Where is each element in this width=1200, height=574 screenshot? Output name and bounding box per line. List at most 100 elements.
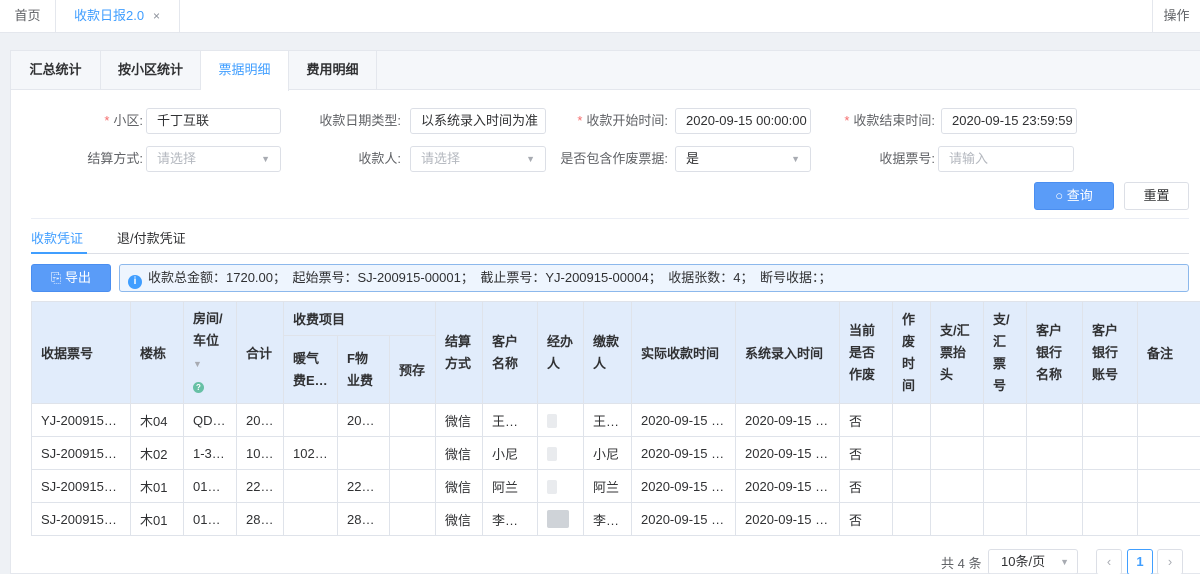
cell-building: 木01 bbox=[130, 469, 184, 503]
cell-bank-name bbox=[1026, 436, 1083, 470]
subtab-receipt-voucher[interactable]: 收款凭证 bbox=[31, 228, 83, 254]
prev-page-button[interactable]: ‹ bbox=[1096, 549, 1122, 574]
th-receipt[interactable]: 收据票号 bbox=[31, 301, 131, 404]
close-icon[interactable]: × bbox=[153, 0, 160, 32]
th-bank-name[interactable]: 客户银行名称 bbox=[1026, 301, 1083, 404]
cell-room: 01… bbox=[183, 502, 237, 536]
start-time-input[interactable]: 2020-09-15 00:00:00 bbox=[675, 108, 811, 134]
include-void-label: 是否包含作废票据: bbox=[560, 151, 668, 166]
help-icon[interactable]: ? bbox=[193, 382, 204, 393]
th-settle[interactable]: 结算方式 bbox=[435, 301, 483, 404]
pagination-total: 共 4 条 bbox=[941, 556, 982, 571]
th-customer[interactable]: 客户名称 bbox=[482, 301, 538, 404]
cell-sys-time: 2020-09-15 … bbox=[735, 403, 840, 437]
cell-is-void: 否 bbox=[839, 469, 893, 503]
cell-handler bbox=[537, 502, 584, 536]
cell-handler bbox=[537, 469, 584, 503]
cell-remark bbox=[1137, 469, 1200, 503]
th-total[interactable]: 合计 bbox=[236, 301, 284, 404]
table-row[interactable]: SJ-200915-… 木01 01… 28… 280.00 微信 李… 李… … bbox=[31, 502, 1200, 536]
cell-remark bbox=[1137, 502, 1200, 536]
th-actual-time[interactable]: 实际收款时间 bbox=[631, 301, 736, 404]
table-row[interactable]: SJ-200915-… 木02 1-3… 10… 1020.00 微信 小尼 小… bbox=[31, 436, 1200, 470]
export-button[interactable]: ⎘ 导出 bbox=[31, 264, 111, 292]
page-1-button[interactable]: 1 bbox=[1127, 549, 1153, 574]
cell-sys-time: 2020-09-15 … bbox=[735, 436, 840, 470]
th-handler[interactable]: 经办人 bbox=[537, 301, 584, 404]
tab-receipt-detail[interactable]: 票据明细 bbox=[201, 51, 289, 91]
settle-select[interactable]: 请选择 ▼ bbox=[146, 146, 281, 172]
cell-bank-acct bbox=[1082, 403, 1138, 437]
cell-handler bbox=[537, 436, 584, 470]
cell-void-time bbox=[892, 469, 931, 503]
cell-remit-head bbox=[930, 502, 984, 536]
cell-total: 20… bbox=[236, 403, 284, 437]
cell-remit-head bbox=[930, 469, 984, 503]
tab-by-community[interactable]: 按小区统计 bbox=[101, 51, 201, 90]
tab-home[interactable]: 首页 bbox=[0, 0, 56, 33]
th-sys-time[interactable]: 系统录入时间 bbox=[735, 301, 840, 404]
sort-icon[interactable]: ▼ bbox=[193, 359, 202, 369]
date-type-select[interactable]: 以系统录入时间为准 bbox=[410, 108, 546, 134]
cell-payer: 李… bbox=[583, 502, 632, 536]
cell-is-void: 否 bbox=[839, 502, 893, 536]
cell-building: 木01 bbox=[130, 502, 184, 536]
cell-bank-acct bbox=[1082, 502, 1138, 536]
chevron-down-icon: ▼ bbox=[1060, 557, 1069, 567]
th-remit-no[interactable]: 支/汇票号 bbox=[983, 301, 1027, 404]
cell-settle: 微信 bbox=[435, 403, 483, 437]
th-bank-acct[interactable]: 客户银行账号 bbox=[1082, 301, 1138, 404]
payee-label: 收款人: bbox=[358, 151, 401, 166]
chevron-down-icon: ▼ bbox=[526, 154, 535, 164]
th-remark[interactable]: 备注 bbox=[1137, 301, 1200, 404]
search-icon: ○ bbox=[1055, 188, 1064, 203]
table-row[interactable]: YJ-200915-… 木04 QD… 20… 200.00 微信 王… 王… … bbox=[31, 403, 1200, 437]
end-time-input[interactable]: 2020-09-15 23:59:59 bbox=[941, 108, 1077, 134]
operations-button[interactable]: 操作 bbox=[1152, 0, 1200, 33]
cell-customer: 李… bbox=[482, 502, 538, 536]
cell-receipt: SJ-200915-… bbox=[31, 436, 131, 470]
th-heating[interactable]: 暖气费E… bbox=[283, 335, 338, 404]
include-void-select[interactable]: 是 ▼ bbox=[675, 146, 811, 172]
tab-summary[interactable]: 汇总统计 bbox=[11, 51, 101, 90]
cell-prepaid bbox=[389, 436, 436, 470]
receipt-no-label: 收据票号: bbox=[879, 151, 935, 166]
cell-bank-acct bbox=[1082, 436, 1138, 470]
page-size-select[interactable]: 10条/页 ▼ bbox=[988, 549, 1078, 574]
th-remit-head[interactable]: 支/汇票抬头 bbox=[930, 301, 984, 404]
query-button[interactable]: ○ 查询 bbox=[1034, 182, 1114, 210]
subtab-active-bar bbox=[31, 252, 87, 254]
reset-button[interactable]: 重置 bbox=[1124, 182, 1189, 210]
cell-void-time bbox=[892, 436, 931, 470]
report-tabs: 汇总统计 按小区统计 票据明细 费用明细 bbox=[11, 51, 1200, 91]
top-tab-bar: 首页 收款日报2.0 × 操作 bbox=[0, 0, 1200, 33]
th-payer[interactable]: 缴款人 bbox=[583, 301, 632, 404]
th-void-time[interactable]: 作废时间 bbox=[892, 301, 931, 404]
cell-bank-acct bbox=[1082, 469, 1138, 503]
tab-daily-report[interactable]: 收款日报2.0 × bbox=[56, 0, 180, 33]
cell-is-void: 否 bbox=[839, 436, 893, 470]
payee-select[interactable]: 请选择 ▼ bbox=[410, 146, 546, 172]
subtab-refund-voucher[interactable]: 退/付款凭证 bbox=[117, 228, 186, 254]
chevron-down-icon: ▼ bbox=[791, 154, 800, 164]
cell-heating bbox=[283, 502, 338, 536]
cell-total: 28… bbox=[236, 502, 284, 536]
settle-label: 结算方式: bbox=[87, 151, 143, 166]
receipt-no-input[interactable]: 请输入 bbox=[938, 146, 1074, 172]
th-building[interactable]: 楼栋 bbox=[130, 301, 184, 404]
next-page-button[interactable]: › bbox=[1157, 549, 1183, 574]
cell-remit-head bbox=[930, 403, 984, 437]
th-room[interactable]: 房间/车位 ▼? bbox=[183, 301, 237, 404]
date-type-label: 收款日期类型: bbox=[319, 113, 401, 128]
cell-bank-name bbox=[1026, 403, 1083, 437]
th-property[interactable]: F物业费 bbox=[337, 335, 390, 404]
table-row[interactable]: SJ-200915-… 木01 01… 22… 220.00 微信 阿兰 阿兰 … bbox=[31, 469, 1200, 503]
cell-building: 木04 bbox=[130, 403, 184, 437]
community-label: * 小区: bbox=[104, 113, 143, 128]
th-is-void[interactable]: 当前是否作废 bbox=[839, 301, 893, 404]
cell-prepaid bbox=[389, 403, 436, 437]
community-input[interactable]: 千丁互联 bbox=[146, 108, 281, 134]
tab-fee-detail[interactable]: 费用明细 bbox=[289, 51, 377, 90]
cell-payer: 王… bbox=[583, 403, 632, 437]
th-prepaid[interactable]: 预存 bbox=[389, 335, 436, 404]
